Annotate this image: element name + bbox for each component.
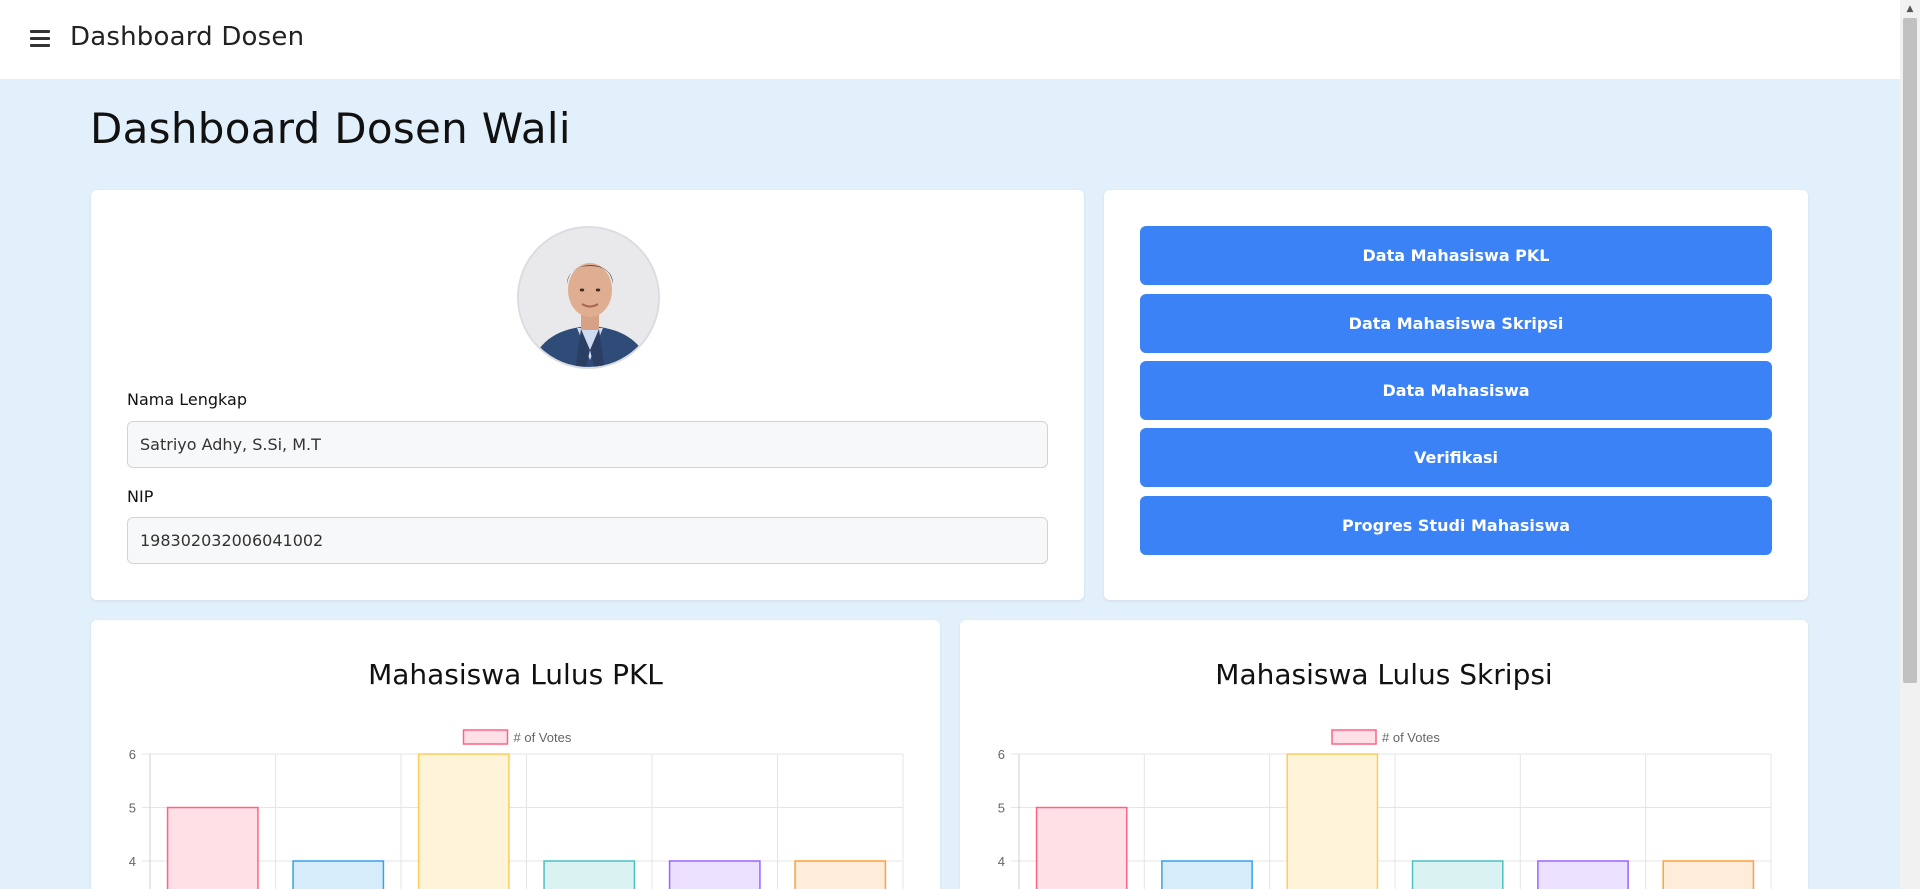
bar [1662,860,1755,889]
full-name-field[interactable]: Satriyo Adhy, S.Si, M.T [127,421,1048,468]
y-tick-label: 5 [129,801,136,816]
data-mahasiswa-pkl-button[interactable]: Data Mahasiswa PKL [1140,226,1772,285]
bar [1537,860,1629,889]
bar [166,806,259,889]
bar [292,860,385,889]
legend-swatch [1331,729,1377,745]
bar [668,860,761,889]
data-mahasiswa-button[interactable]: Data Mahasiswa [1140,361,1772,420]
scrollbar-thumb[interactable] [1903,18,1917,683]
legend-swatch [462,729,509,745]
hamburger-icon[interactable] [30,30,50,48]
legend-label: # of Votes [1382,730,1440,745]
person-avatar-icon [519,228,658,367]
bar [794,860,887,889]
verifikasi-button[interactable]: Verifikasi [1140,428,1772,487]
bar-chart-skripsi: # of Votes 6 5 4 [998,729,1772,889]
name-label: Nama Lengkap [127,390,247,409]
legend-label: # of Votes [514,730,572,745]
bar-chart-pkl: # of Votes 6 5 4 [129,729,904,889]
bar [417,753,510,889]
chart-card-pkl: Mahasiswa Lulus PKL # of Votes 6 5 4 [91,620,940,889]
nip-field[interactable]: 198302032006041002 [127,517,1048,564]
top-navbar: Dashboard Dosen [0,0,1900,79]
y-tick-label: 4 [129,854,136,869]
profile-card: Nama Lengkap Satriyo Adhy, S.Si, M.T NIP… [91,190,1084,600]
scroll-up-arrow-icon[interactable]: ▲ [1900,0,1920,17]
chart-card-skripsi: Mahasiswa Lulus Skripsi # of Votes 6 5 4 [960,620,1808,889]
avatar [517,226,660,369]
app-title: Dashboard Dosen [70,22,305,52]
actions-card: Data Mahasiswa PKL Data Mahasiswa Skrips… [1104,190,1808,600]
y-tick-label: 6 [998,747,1005,762]
y-tick-label: 6 [129,747,136,762]
y-tick-label: 4 [998,854,1005,869]
bar [1286,753,1379,889]
nip-label: NIP [127,487,154,506]
page-title: Dashboard Dosen Wali [90,104,571,153]
progres-studi-mahasiswa-button[interactable]: Progres Studi Mahasiswa [1140,496,1772,555]
y-tick-label: 5 [998,801,1005,816]
data-mahasiswa-skripsi-button[interactable]: Data Mahasiswa Skripsi [1140,294,1772,353]
bar [543,860,636,889]
vertical-scrollbar[interactable]: ▲ [1900,0,1920,889]
bar [1035,806,1128,889]
bar [1161,860,1253,889]
bar [1411,860,1504,889]
